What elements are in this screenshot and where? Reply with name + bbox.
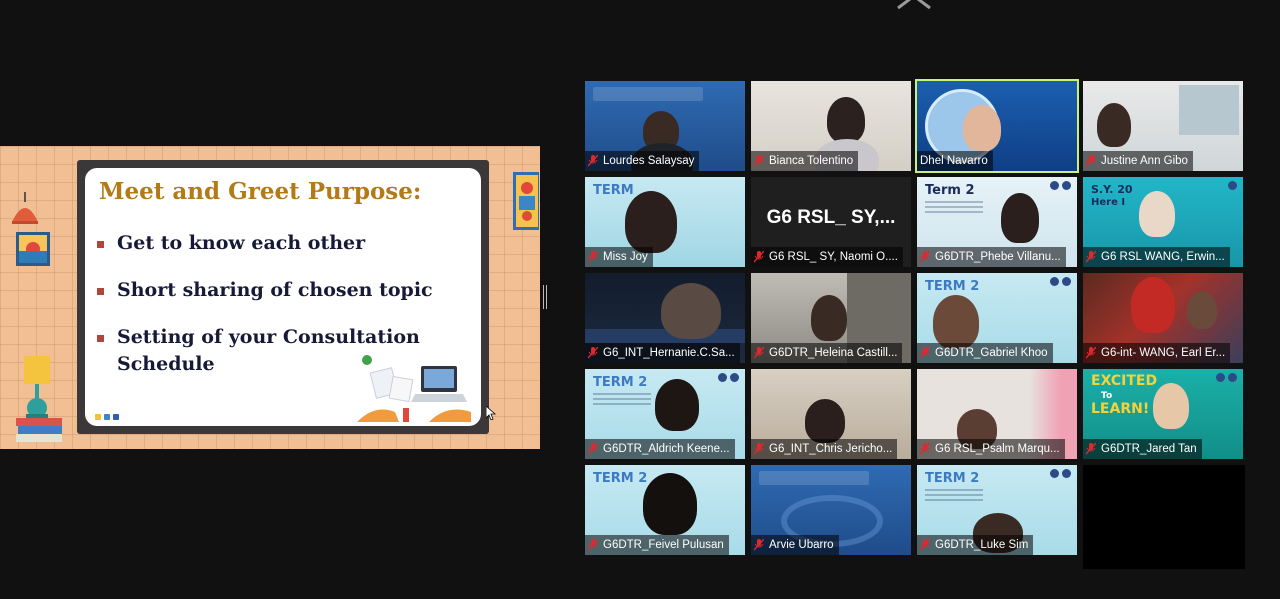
participant-name: G6_INT_Hernanie.C.Sa... [585,343,740,363]
participant-name: G6DTR_Feivel Pulusan [585,535,729,555]
shared-screen[interactable]: Meet and Greet Purpose: Get to know each… [0,146,540,449]
term-text: TERM 2 [593,471,648,486]
participant-tile[interactable]: G6_INT_Chris Jericho... [751,369,911,459]
slide-title: Meet and Greet Purpose: [99,178,422,205]
participant-tile[interactable]: TERM Miss Joy [585,177,745,267]
participant-display-name: G6 RSL_ SY,... [766,207,896,228]
participant-video-grid: Lourdes Salaysay Bianca Tolentino Dhel N… [585,79,1245,569]
participant-name: G6 RSL WANG, Erwin... [1083,247,1230,267]
participant-tile[interactable]: TERM 2 G6DTR_Gabriel Khoo [917,273,1077,363]
mic-muted-icon [920,539,930,551]
mic-muted-icon [588,443,598,455]
mic-muted-icon [588,251,598,263]
participant-name: G6 RSL_Psalm Marqu... [917,439,1065,459]
participant-tile[interactable]: G6 RSL_Psalm Marqu... [917,369,1077,459]
chevron-up-icon[interactable] [896,0,932,12]
laptop-workspace-illustration [357,355,471,422]
term-subtext: To [1101,391,1113,401]
mic-muted-icon [754,251,764,263]
mic-muted-icon [754,155,764,167]
books-illustration [16,356,62,442]
term-text: EXCITED [1091,373,1158,389]
mic-muted-icon [920,443,930,455]
board-pin [288,168,293,173]
participant-name: Dhel Navarro [917,151,993,171]
mic-muted-icon [588,155,598,167]
chalkboard-frame: Meet and Greet Purpose: Get to know each… [77,160,489,434]
mic-muted-icon [1086,443,1096,455]
participant-name: Bianca Tolentino [751,151,859,171]
term-subtext: LEARN! [1091,401,1150,417]
mouse-cursor-icon [486,406,496,420]
participant-tile[interactable]: Term 2 G6DTR_Phebe Villanu... [917,177,1077,267]
participant-name: Lourdes Salaysay [585,151,700,171]
mic-muted-icon [754,443,764,455]
slide-board: Meet and Greet Purpose: Get to know each… [85,168,481,426]
mic-muted-icon [754,539,764,551]
mic-muted-icon [1086,155,1096,167]
empty-tile [1083,465,1245,569]
participant-name: Miss Joy [585,247,653,267]
participant-tile[interactable]: Lourdes Salaysay [585,81,745,171]
poster-illustration [513,172,539,230]
zoom-meeting-window: Meet and Greet Purpose: Get to know each… [0,0,1280,599]
lamp-illustration [12,192,38,224]
participant-name: G6_INT_Chris Jericho... [751,439,898,459]
participant-name: Arvie Ubarro [751,535,839,555]
term-text: TERM [593,183,634,198]
mic-muted-icon [754,347,764,359]
mic-muted-icon [920,347,930,359]
participant-tile[interactable]: Bianca Tolentino [751,81,911,171]
term-text: TERM 2 [925,279,980,294]
participant-name: G6-int- WANG, Earl Er... [1083,343,1231,363]
participant-name: G6DTR_Phebe Villanu... [917,247,1066,267]
participant-name: G6DTR_Aldrich Keene... [585,439,735,459]
participant-tile-video-off[interactable]: G6 RSL_ SY,... G6 RSL_ SY, Naomi O.... [751,177,911,267]
mic-muted-icon [920,251,930,263]
participant-tile[interactable]: G6DTR_Heleina Castill... [751,273,911,363]
term-text: S.Y. 20 [1091,183,1133,196]
participant-tile[interactable]: TERM 2 G6DTR_Aldrich Keene... [585,369,745,459]
participant-tile[interactable]: S.Y. 20 Here I G6 RSL WANG, Erwin... [1083,177,1243,267]
participant-tile[interactable]: TERM 2 G6DTR_Luke Sim [917,465,1077,555]
participant-name: G6DTR_Luke Sim [917,535,1034,555]
splitter-handle[interactable] [543,285,547,309]
participant-tile[interactable]: Arvie Ubarro [751,465,911,555]
mic-muted-icon [1086,347,1096,359]
participant-tile[interactable]: G6-int- WANG, Earl Er... [1083,273,1243,363]
participant-tile-active-speaker[interactable]: Dhel Navarro [915,79,1079,173]
participant-name: G6 RSL_ SY, Naomi O.... [751,247,903,267]
term-subtext: Here I [1091,197,1126,208]
term-text: TERM 2 [593,375,648,390]
slide-bullet: Get to know each other [95,230,475,257]
participant-tile[interactable]: Justine Ann Gibo [1083,81,1243,171]
participant-tile[interactable]: G6_INT_Hernanie.C.Sa... [585,273,745,363]
participant-name: G6DTR_Heleina Castill... [751,343,903,363]
mic-muted-icon [588,539,598,551]
slide-bullet: Short sharing of chosen topic [95,277,475,304]
mic-muted-icon [588,347,598,359]
participant-tile[interactable]: TERM 2 G6DTR_Feivel Pulusan [585,465,745,555]
term-text: TERM 2 [925,471,980,486]
term-text: Term 2 [925,183,975,198]
mic-muted-icon [1086,251,1096,263]
framed-picture-illustration [16,232,50,266]
participant-name: Justine Ann Gibo [1083,151,1193,171]
slide-footer-icons [95,414,119,420]
participant-name: G6DTR_Gabriel Khoo [917,343,1053,363]
participant-tile[interactable]: EXCITED To LEARN! G6DTR_Jared Tan [1083,369,1243,459]
participant-name: G6DTR_Jared Tan [1083,439,1202,459]
